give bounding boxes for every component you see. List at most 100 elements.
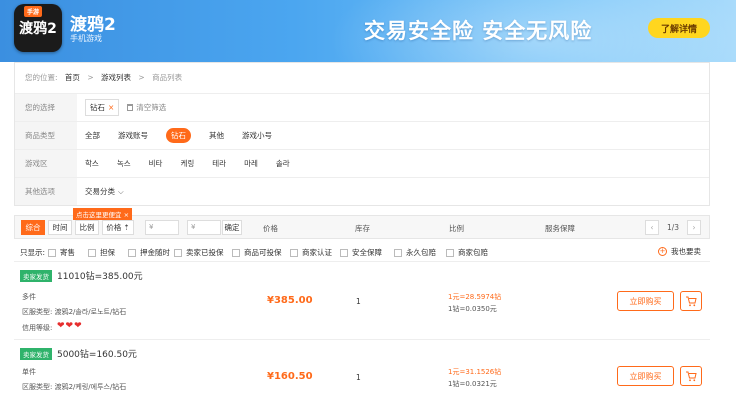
list-item[interactable]: 卖家发货 5000钻=160.50元 单件 区服类型: 渡鸦2/케링/에투스/钻… — [14, 342, 710, 400]
sort-button-default[interactable]: 综合 — [21, 220, 45, 235]
item-quantity-type: 多件 — [22, 293, 36, 301]
filter-checkbox[interactable]: 押金随时 — [128, 247, 170, 258]
seller-ship-badge: 卖家发货 — [20, 270, 52, 282]
price-min-input[interactable]: ¥ — [145, 220, 179, 235]
checkbox[interactable] — [232, 248, 240, 257]
region-option[interactable]: 테라 — [212, 158, 226, 169]
region-option[interactable]: 솔라 — [276, 158, 290, 169]
item-price: ¥160.50 — [267, 371, 313, 382]
filter-checkbox[interactable]: 商家包赔 — [446, 247, 488, 258]
breadcrumb-home[interactable]: 首页 — [65, 73, 80, 82]
price-max-input[interactable]: ¥ — [187, 220, 221, 235]
heart-icon: ❤ — [65, 321, 74, 331]
checkbox[interactable] — [394, 248, 402, 257]
breadcrumb-game-list[interactable]: 游戏列表 — [101, 73, 131, 82]
sell-link[interactable]: + 我也要卖 — [658, 246, 701, 257]
filter-row-other: 其他选项 交易分类 ⌵ — [15, 177, 709, 205]
chip-label: 钻石 — [90, 103, 105, 112]
list-item[interactable]: 卖家发货 11010钻=385.00元 多件 区服类型: 渡鸦2/솔라/로노트/… — [14, 264, 710, 340]
item-stock: 1 — [356, 373, 361, 382]
checkbox-label: 押金随时 — [140, 248, 170, 257]
checkbox[interactable] — [340, 248, 348, 257]
item-title[interactable]: 11010钻=385.00元 — [57, 269, 143, 282]
sort-button-time[interactable]: 时间 — [48, 220, 72, 235]
banner-slogan: 交易安全险 安全无风险 — [364, 19, 593, 43]
filter-label: 商品类型 — [15, 122, 77, 149]
checkbox-label: 商家包赔 — [458, 248, 488, 257]
heart-icon: ❤ — [74, 321, 82, 331]
category-option-other[interactable]: 其他 — [209, 130, 224, 141]
filter-panel: 您的位置: 首页 > 游戏列表 > 商品列表 您的选择 钻石 × 清空筛选 商品类… — [14, 62, 710, 206]
filter-checkbox[interactable]: 永久包赔 — [394, 247, 436, 258]
brand-name[interactable]: 渡鸦2 — [70, 10, 116, 35]
add-to-cart-button[interactable] — [680, 366, 702, 386]
sort-button-ratio[interactable]: 比例 — [75, 220, 99, 235]
prev-page-button[interactable]: ‹ — [645, 220, 659, 235]
category-option-all[interactable]: 全部 — [85, 130, 100, 141]
checkbox-label: 寄售 — [60, 248, 75, 257]
close-icon[interactable]: × — [108, 103, 114, 112]
add-to-cart-button[interactable] — [680, 291, 702, 311]
checkbox[interactable] — [174, 248, 182, 257]
item-credit-label: 信用等级: — [22, 324, 53, 332]
category-option-small-account[interactable]: 游戏小号 — [242, 130, 272, 141]
logo-text: 渡鸦2 — [19, 21, 57, 37]
clear-label: 清空筛选 — [136, 103, 167, 112]
filter-checkbox[interactable]: 商品可投保 — [232, 247, 282, 258]
learn-more-button[interactable]: 了解详情 — [648, 18, 710, 38]
region-option[interactable]: 녹스 — [117, 158, 131, 169]
breadcrumb-current: 商品列表 — [152, 73, 183, 82]
filter-checkbox[interactable]: 卖家已投保 — [174, 247, 224, 258]
tooltip-text: 点击这里更便宜 — [76, 211, 122, 219]
next-page-button[interactable]: › — [687, 220, 701, 235]
seller-ship-badge: 卖家发货 — [20, 348, 52, 360]
quick-filter-row: 只显示: 寄售 担保 押金随时 卖家已投保 商品可投保 商家认证 安全保障 永久… — [14, 242, 710, 262]
top-banner: 手游 渡鸦2 渡鸦2 手机游戏 交易安全险 安全无风险 了解详情 — [0, 0, 736, 62]
category-option-account[interactable]: 游戏账号 — [118, 130, 148, 141]
category-option-diamond[interactable]: 钻石 — [166, 128, 191, 143]
sort-bar: 点击这里更便宜 × 综合 时间 比例 价格⇡ ¥ - ¥ 确定 价格 库存 比例… — [14, 208, 710, 239]
item-ratio-yuan: 1元=28.5974钻 — [448, 293, 502, 301]
clear-filters-button[interactable]: 清空筛选 — [127, 102, 166, 113]
region-option[interactable]: 마레 — [244, 158, 258, 169]
sort-button-price[interactable]: 价格 ⇡ — [102, 220, 134, 235]
checkbox[interactable] — [48, 248, 56, 257]
column-header-price: 价格 — [263, 224, 278, 233]
close-icon[interactable]: × — [124, 211, 129, 219]
region-option[interactable]: 비타 — [149, 158, 163, 169]
item-ratio-diamond: 1钻=0.0321元 — [448, 380, 497, 388]
quick-filter-label: 只显示: — [20, 248, 46, 257]
buy-now-button[interactable]: 立即购买 — [617, 366, 674, 386]
column-header-stock: 库存 — [355, 224, 370, 233]
price-confirm-button[interactable]: 确定 — [222, 220, 242, 235]
breadcrumb: 您的位置: 首页 > 游戏列表 > 商品列表 — [25, 72, 187, 83]
filter-checkbox[interactable]: 担保 — [88, 247, 115, 258]
buy-now-button[interactable]: 立即购买 — [617, 291, 674, 311]
checkbox[interactable] — [88, 248, 96, 257]
item-title[interactable]: 5000钻=160.50元 — [57, 347, 137, 360]
selected-chip[interactable]: 钻石 × — [85, 99, 120, 116]
breadcrumb-lead: 您的位置: — [25, 73, 58, 82]
chevron-down-icon: ⌵ — [118, 187, 124, 196]
filter-checkbox[interactable]: 安全保障 — [340, 247, 382, 258]
region-option[interactable]: 학스 — [85, 158, 99, 169]
item-server-type: 区服类型: 渡鸦2/솔라/로노트/钻石 — [22, 308, 127, 316]
breadcrumb-sep: > — [87, 73, 94, 82]
region-option[interactable]: 케링 — [180, 158, 194, 169]
filter-checkbox[interactable]: 寄售 — [48, 247, 75, 258]
item-quantity-type: 单件 — [22, 368, 36, 376]
trade-type-dropdown[interactable]: 交易分类 ⌵ — [85, 186, 124, 197]
filter-checkbox[interactable]: 商家认证 — [290, 247, 332, 258]
filter-row-region: 游戏区 학스 녹스 비타 케링 테라 마레 솔라 — [15, 149, 709, 177]
credit-hearts: ❤ ❤ ❤ — [57, 321, 83, 331]
checkbox-label: 卖家已投保 — [186, 248, 224, 257]
cart-icon — [686, 296, 697, 306]
checkbox-label: 安全保障 — [352, 248, 382, 257]
sort-arrow-icon: ⇡ — [123, 223, 130, 232]
plus-icon: + — [658, 247, 667, 256]
checkbox[interactable] — [446, 248, 454, 257]
filter-label: 您的选择 — [15, 94, 77, 121]
checkbox[interactable] — [290, 248, 298, 257]
checkbox[interactable] — [128, 248, 136, 257]
app-logo[interactable]: 手游 渡鸦2 — [14, 4, 62, 52]
